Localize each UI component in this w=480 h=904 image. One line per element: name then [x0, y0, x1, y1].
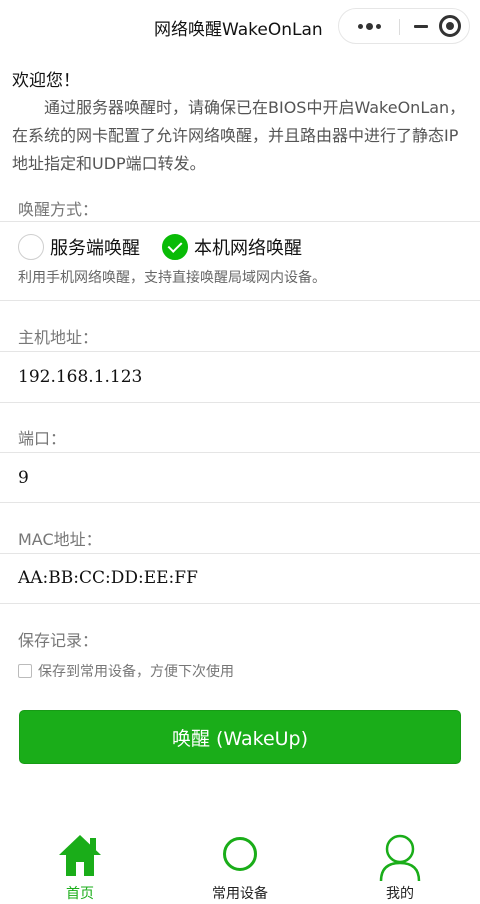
wake-mode-label: 唤醒方式： [18, 200, 99, 219]
intro-text: 通过服务器唤醒时，请确保已在BIOS中开启WakeOnLan，在系统的网卡配置了… [12, 98, 466, 173]
navigation-bar: 网络唤醒WakeOnLan [0, 0, 480, 52]
divider [0, 452, 480, 453]
wake-mode-hint: 利用手机网络唤醒，支持直接唤醒局域网内设备。 [18, 270, 326, 286]
divider [0, 502, 480, 503]
tab-devices[interactable]: 常用设备 [180, 828, 300, 904]
tab-mine[interactable]: 我的 [340, 828, 460, 904]
minimize-icon[interactable] [407, 9, 435, 43]
radio-unchecked-icon[interactable] [18, 234, 44, 260]
divider [0, 300, 480, 301]
close-icon[interactable] [439, 15, 461, 37]
welcome-text: 欢迎您！ [12, 71, 80, 91]
wakeup-button[interactable]: 唤醒 (WakeUp) [19, 710, 461, 764]
more-icon[interactable] [347, 9, 391, 43]
radio-label: 本机网络唤醒 [194, 238, 302, 259]
mac-input[interactable]: AA:BB:CC:DD:EE:FF [18, 568, 198, 588]
tab-bar: 首页 常用设备 我的 [0, 828, 480, 904]
tab-label: 常用设备 [212, 886, 268, 902]
circle-icon [220, 832, 260, 876]
divider [0, 221, 480, 222]
divider [0, 402, 480, 403]
save-checkbox-row[interactable]: 保存到常用设备，方便下次使用 [18, 661, 234, 681]
radio-label: 服务端唤醒 [50, 238, 140, 259]
save-label: 保存记录： [18, 631, 99, 650]
menu-capsule [338, 8, 470, 44]
mac-label: MAC地址： [18, 530, 102, 549]
home-icon [56, 832, 104, 882]
tab-home[interactable]: 首页 [20, 828, 140, 904]
divider [0, 351, 480, 352]
port-input[interactable]: 9 [18, 468, 29, 488]
save-checkbox-label: 保存到常用设备，方便下次使用 [38, 664, 234, 680]
save-checkbox[interactable] [18, 664, 32, 678]
host-input[interactable]: 192.168.1.123 [18, 367, 142, 387]
divider [0, 553, 480, 554]
user-icon [376, 832, 424, 886]
radio-checked-icon[interactable] [162, 234, 188, 260]
radio-server-wake[interactable]: 服务端唤醒 [18, 233, 140, 261]
host-label: 主机地址： [18, 328, 99, 347]
port-label: 端口： [18, 429, 67, 448]
page-title: 网络唤醒WakeOnLan [154, 20, 323, 40]
divider [0, 603, 480, 604]
radio-local-wake[interactable]: 本机网络唤醒 [162, 233, 302, 261]
tab-label: 首页 [66, 886, 94, 902]
capsule-divider [399, 19, 400, 35]
tab-label: 我的 [386, 886, 414, 902]
